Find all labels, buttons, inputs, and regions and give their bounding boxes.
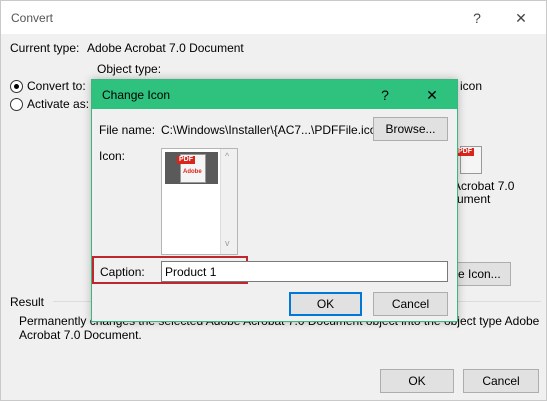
activate-as-radio[interactable] bbox=[10, 98, 23, 111]
change-icon-ok-button[interactable]: OK bbox=[289, 292, 362, 316]
change-icon-cancel-button[interactable]: Cancel bbox=[373, 292, 448, 316]
scroll-up-icon[interactable]: ^ bbox=[225, 151, 229, 161]
change-icon-title: Change Icon bbox=[102, 88, 171, 102]
convert-to-label: Convert to: bbox=[27, 79, 86, 93]
ok-button[interactable]: OK bbox=[380, 369, 454, 393]
cancel-button[interactable]: Cancel bbox=[463, 369, 539, 393]
result-text-line2: Acrobat 7.0 Document. bbox=[19, 328, 142, 342]
activate-as-label: Activate as: bbox=[27, 97, 90, 111]
convert-title: Convert bbox=[11, 11, 54, 25]
browse-button[interactable]: Browse... bbox=[373, 117, 448, 141]
change-icon-titlebar: Change Icon ? ✕ bbox=[92, 80, 457, 109]
file-name-label: File name: bbox=[99, 123, 156, 137]
icon-caption-line2: ument bbox=[457, 192, 491, 206]
caption-input[interactable]: Product 1 bbox=[161, 261, 448, 282]
pdf-badge: PDF bbox=[456, 148, 474, 156]
change-icon-close-button[interactable]: ✕ bbox=[420, 83, 444, 107]
icon-caption-line1: Acrobat 7.0 bbox=[453, 179, 515, 193]
scroll-down-icon[interactable]: v bbox=[225, 238, 230, 248]
caption-label: Caption: bbox=[100, 265, 145, 279]
result-label: Result bbox=[10, 295, 45, 309]
current-type-label: Current type: bbox=[10, 41, 80, 55]
convert-titlebar: Convert ? ✕ bbox=[1, 1, 546, 34]
convert-close-button[interactable]: ✕ bbox=[509, 6, 533, 30]
change-icon-help-button[interactable]: ? bbox=[373, 83, 397, 107]
file-name-value: C:\Windows\Installer\{AC7...\PDFFile.ico bbox=[161, 123, 377, 137]
icon-list-item-selected[interactable]: Adobe PDF bbox=[165, 152, 218, 184]
current-type-value: Adobe Acrobat 7.0 Document bbox=[87, 41, 244, 55]
change-icon-dialog: Change Icon ? ✕ File name: C:\Windows\In… bbox=[91, 79, 458, 322]
icon-list[interactable]: Adobe PDF ^ v bbox=[161, 148, 238, 255]
pdf-file-icon: PDF bbox=[456, 144, 482, 174]
convert-help-button[interactable]: ? bbox=[465, 6, 489, 30]
object-type-label: Object type: bbox=[97, 62, 162, 76]
caption-value: Product 1 bbox=[165, 265, 217, 279]
adobe-text: Adobe bbox=[183, 169, 202, 175]
display-as-icon-label[interactable]: icon bbox=[460, 79, 482, 93]
icon-list-scrollbar[interactable]: ^ v bbox=[220, 149, 237, 254]
convert-to-radio[interactable] bbox=[10, 80, 23, 93]
icon-label: Icon: bbox=[99, 149, 126, 163]
pdf-badge: PDF bbox=[177, 156, 195, 164]
